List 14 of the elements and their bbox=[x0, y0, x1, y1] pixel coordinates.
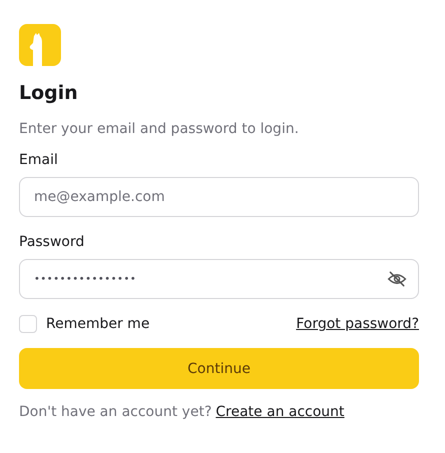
field-label: Password bbox=[19, 233, 84, 251]
remember-label: Remember me bbox=[46, 316, 150, 332]
no-account-text: Don't have an account yet? bbox=[19, 404, 212, 420]
login-heading: Login bbox=[19, 81, 79, 105]
llama-logo-icon bbox=[19, 24, 61, 66]
remember-checkbox[interactable] bbox=[19, 315, 37, 333]
field-label: Email bbox=[19, 151, 58, 169]
create-account-link[interactable]: Create an account bbox=[216, 404, 344, 420]
login-subtitle: Enter your email and password to login. bbox=[19, 120, 300, 139]
continue-button[interactable]: Continue bbox=[19, 348, 419, 389]
password-field[interactable]: •••••••••••••••• bbox=[19, 259, 419, 299]
forgot-password-link[interactable]: Forgot password? bbox=[296, 316, 419, 332]
email-field[interactable]: me@example.com bbox=[19, 177, 419, 217]
eye-slash-icon[interactable] bbox=[387, 269, 407, 289]
